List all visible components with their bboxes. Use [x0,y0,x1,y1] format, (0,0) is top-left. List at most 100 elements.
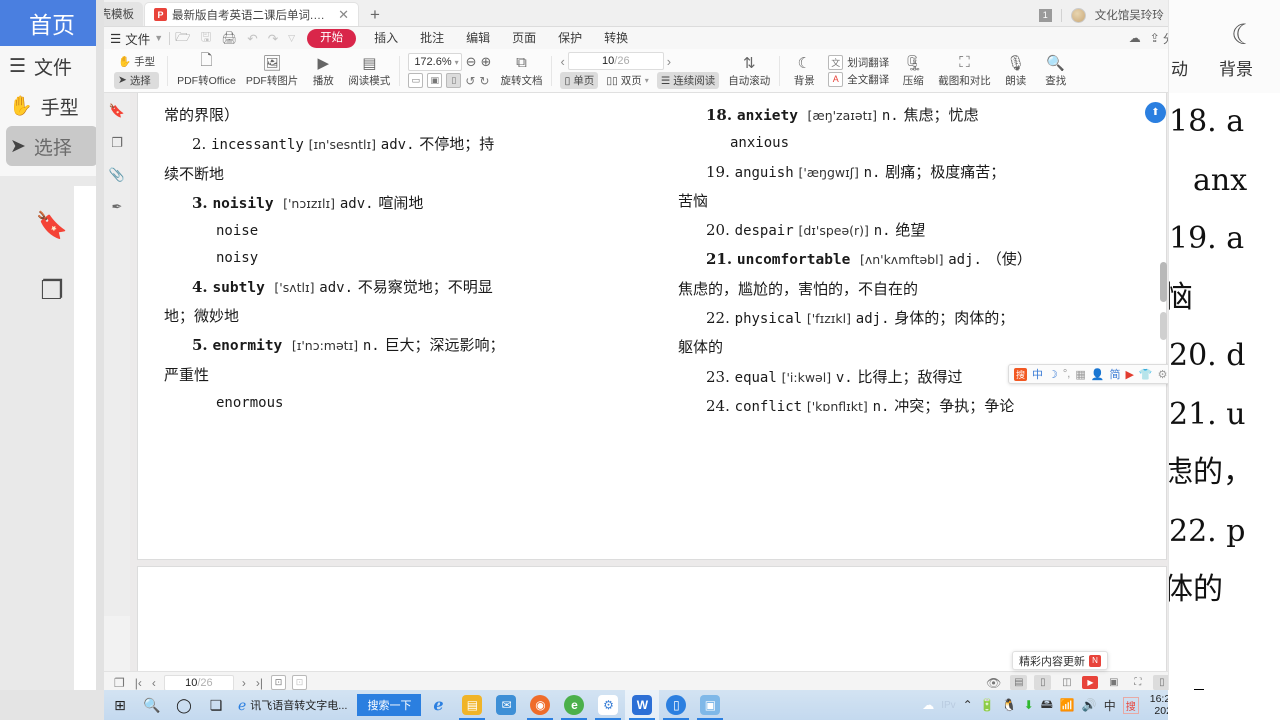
taskbar-app-photo[interactable]: ▣ [693,690,727,720]
tab-annotate[interactable]: 批注 [409,27,455,49]
double-page-button[interactable]: ▯▯ 双页 ▾ [602,72,653,89]
taskbar-app-edge[interactable]: ℯ [421,690,455,720]
pdf-to-image-button[interactable]: 🖼 PDF转图片 [241,53,304,89]
screenshot-compare-button[interactable]: ⛶ 截图和对比 [933,53,996,89]
tab-start[interactable]: 开始 [307,28,357,48]
magnified-home-tab[interactable]: 首页 [0,0,104,46]
prev-page-button[interactable]: ‹ [150,676,158,690]
file-menu-button[interactable]: ☰ 文件 ▼ [110,29,169,48]
video-icon[interactable]: ▶ [1125,368,1133,381]
volume-icon[interactable]: 🔊 [1082,698,1097,712]
prev-page-button[interactable]: ‹ [560,54,564,69]
page-number-input[interactable]: 10 /26 [567,52,664,70]
wifi-icon[interactable]: 📶 [1060,698,1075,712]
scrollbar-thumb-lower[interactable] [1160,312,1167,340]
taskbar-app-apps[interactable]: ⚙ [591,690,625,720]
bookmark-icon[interactable]: 🔖 [36,210,68,241]
auto-scroll-button[interactable]: ⇅ 自动滚动 [723,53,775,89]
usb-icon[interactable]: 🖴 [1041,695,1053,716]
ime-simplified[interactable]: 简 [1109,366,1120,382]
rotate-left-icon[interactable]: ↺ [465,74,475,88]
fit-icon[interactable]: ▤ [1010,675,1028,690]
signature-icon[interactable]: ✒ [112,199,123,215]
pdf-to-office-button[interactable]: 🗋 PDF转Office [172,52,241,89]
add-page-icon[interactable]: ⊡ [271,675,287,690]
battery-icon[interactable]: 🔋 [980,698,995,712]
find-button[interactable]: 🔍 查找 [1036,53,1076,89]
qq-icon[interactable]: 🐧 [1002,698,1017,712]
keyboard-icon[interactable]: ▦ [1075,368,1085,381]
next-page-button[interactable]: › [667,54,671,69]
cloud-save-icon[interactable]: ⬆ [1145,102,1166,123]
user-name-label[interactable]: 文化馆吴玲玲 [1095,7,1164,23]
panel-icon[interactable]: ❐ [112,676,127,690]
tab-insert[interactable]: 插入 [363,27,409,49]
read-aloud-button[interactable]: 🎙 朗读 [996,53,1036,89]
open-icon[interactable]: 🗁 [170,28,196,49]
vertical-scrollbar[interactable] [1160,97,1168,689]
user-icon[interactable]: 👤 [1091,368,1105,381]
zoom-out-icon[interactable]: ⊖ [466,54,477,70]
sogou-icon[interactable]: 搜 [1014,367,1027,381]
moon-icon[interactable]: ☽ [1048,368,1058,381]
hand-tool-button[interactable]: ✋ 手型 [114,53,159,70]
print-icon[interactable]: 🖨 [216,31,242,46]
background-button[interactable]: ☾ 背景 [784,53,824,89]
start-icon[interactable]: ⊞ [104,690,136,720]
attachment-icon[interactable]: 📎 [109,167,125,183]
taskbar-app-reader[interactable]: ▯ [659,690,693,720]
tab-page[interactable]: 页面 [501,27,547,49]
avatar[interactable] [1070,7,1086,23]
gear-icon[interactable]: ⚙ [1158,368,1168,381]
magnified-file-menu[interactable]: ☰ 文件 [0,46,104,86]
thumbnail-icon[interactable]: ▣ [1105,675,1122,690]
taskbar-app-ie[interactable]: e [557,690,591,720]
redo-icon[interactable]: ↷ [263,31,283,46]
taskbar-app-mail[interactable]: ✉ [489,690,523,720]
del-page-icon[interactable]: ⊡ [292,675,308,690]
single-page-icon[interactable]: ▯ [1034,675,1052,690]
save-icon[interactable]: 🖫 [196,28,217,49]
next-page-button[interactable]: › [240,676,248,690]
tab-convert[interactable]: 转换 [593,27,639,49]
document-viewport[interactable]: 常的界限） 2. incessantly [ɪn'sesntlɪ] adv. 不… [130,93,1170,693]
eye-icon[interactable]: 👁 [984,676,1003,690]
chevron-up-icon[interactable]: ⌃ [963,698,973,712]
shirt-icon[interactable]: 👕 [1139,368,1153,381]
undo-icon[interactable]: ↶ [242,31,262,46]
ime-mode-chinese[interactable]: 中 [1032,366,1043,382]
search-button[interactable]: 搜索一下 [357,694,422,716]
cloud-icon[interactable]: ☁ [1129,31,1141,45]
word-translate-button[interactable]: 文 划词翻译 [828,54,889,70]
close-icon[interactable]: ✕ [338,7,349,23]
tab-pdf-document[interactable]: P 最新版自考英语二课后单词.pdf ✕ [144,2,359,26]
zoom-level-select[interactable]: 172.6% ▾ [408,53,462,71]
play-button[interactable]: ▶ 播放 [303,53,343,89]
ime-icon[interactable]: 搜 [1122,696,1139,714]
fit-screen-icon[interactable]: ⛶ [1129,675,1146,690]
scrollbar-thumb-upper[interactable] [1160,262,1167,302]
zoom-in-icon[interactable]: ⊕ [481,54,492,70]
tab-edit[interactable]: 编辑 [455,27,501,49]
task-view-icon[interactable]: ❏ [200,690,232,720]
last-page-button[interactable]: ›| [254,676,265,690]
search-icon[interactable]: 🔍 [136,690,168,720]
page-number-field[interactable]: 10 /26 [163,674,234,691]
taskbar-app-explorer[interactable]: ▤ [455,690,489,720]
symbol-icon[interactable]: °, [1063,368,1070,380]
read-mode-button[interactable]: ▤ 阅读模式 [343,53,395,89]
fit-width-icon[interactable]: ▭ [408,73,424,88]
continuous-read-button[interactable]: ☰ 连续阅读 [656,72,720,89]
compress-button[interactable]: 🗜 压缩 [893,53,933,89]
download-icon[interactable]: ⬇ [1024,698,1034,712]
tab-count-badge[interactable]: 1 [1038,8,1052,22]
rotate-document-button[interactable]: ⧉ 旋转文档 [495,53,547,89]
ie-voice-app[interactable]: ℯ 讯飞语音转文字电... [232,697,353,714]
first-page-button[interactable]: |‹ [133,676,144,690]
tab-protect[interactable]: 保护 [547,27,593,49]
play-icon[interactable]: ▶ [1082,676,1099,689]
single-page-button[interactable]: ▯ 单页 [560,72,599,89]
magnified-select-tool[interactable]: ➤ 选择 [6,126,98,166]
taskbar-app-wps[interactable]: W [625,690,660,720]
update-toast[interactable]: 精彩内容更新 N [1012,651,1108,670]
